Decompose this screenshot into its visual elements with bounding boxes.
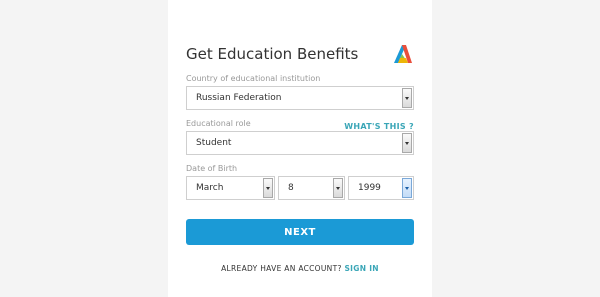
dob-day-select[interactable]: 8 <box>278 176 345 200</box>
dob-year-value: 1999 <box>358 183 381 193</box>
chevron-down-icon[interactable] <box>333 178 343 198</box>
chevron-down-icon[interactable] <box>263 178 273 198</box>
chevron-down-icon[interactable] <box>402 178 412 198</box>
role-value: Student <box>196 138 232 148</box>
autodesk-logo-icon <box>394 45 412 63</box>
role-label: Educational role <box>186 119 251 128</box>
country-select[interactable]: Russian Federation <box>186 86 414 110</box>
chevron-down-icon[interactable] <box>402 88 412 108</box>
role-select[interactable]: Student <box>186 131 414 155</box>
chevron-down-icon[interactable] <box>402 133 412 153</box>
dob-day-value: 8 <box>288 183 294 193</box>
dob-label: Date of Birth <box>186 164 238 173</box>
dob-year-select[interactable]: 1999 <box>348 176 414 200</box>
whats-this-link[interactable]: WHAT'S THIS ? <box>344 122 414 131</box>
next-button[interactable]: NEXT <box>186 219 414 245</box>
account-prompt: ALREADY HAVE AN ACCOUNT? SIGN IN <box>0 264 600 273</box>
account-text: ALREADY HAVE AN ACCOUNT? <box>221 264 342 273</box>
dob-month-value: March <box>196 183 224 193</box>
page-title: Get Education Benefits <box>186 45 359 63</box>
country-label: Country of educational institution <box>186 74 321 83</box>
dob-month-select[interactable]: March <box>186 176 275 200</box>
sign-in-link[interactable]: SIGN IN <box>344 264 378 273</box>
country-value: Russian Federation <box>196 93 282 103</box>
